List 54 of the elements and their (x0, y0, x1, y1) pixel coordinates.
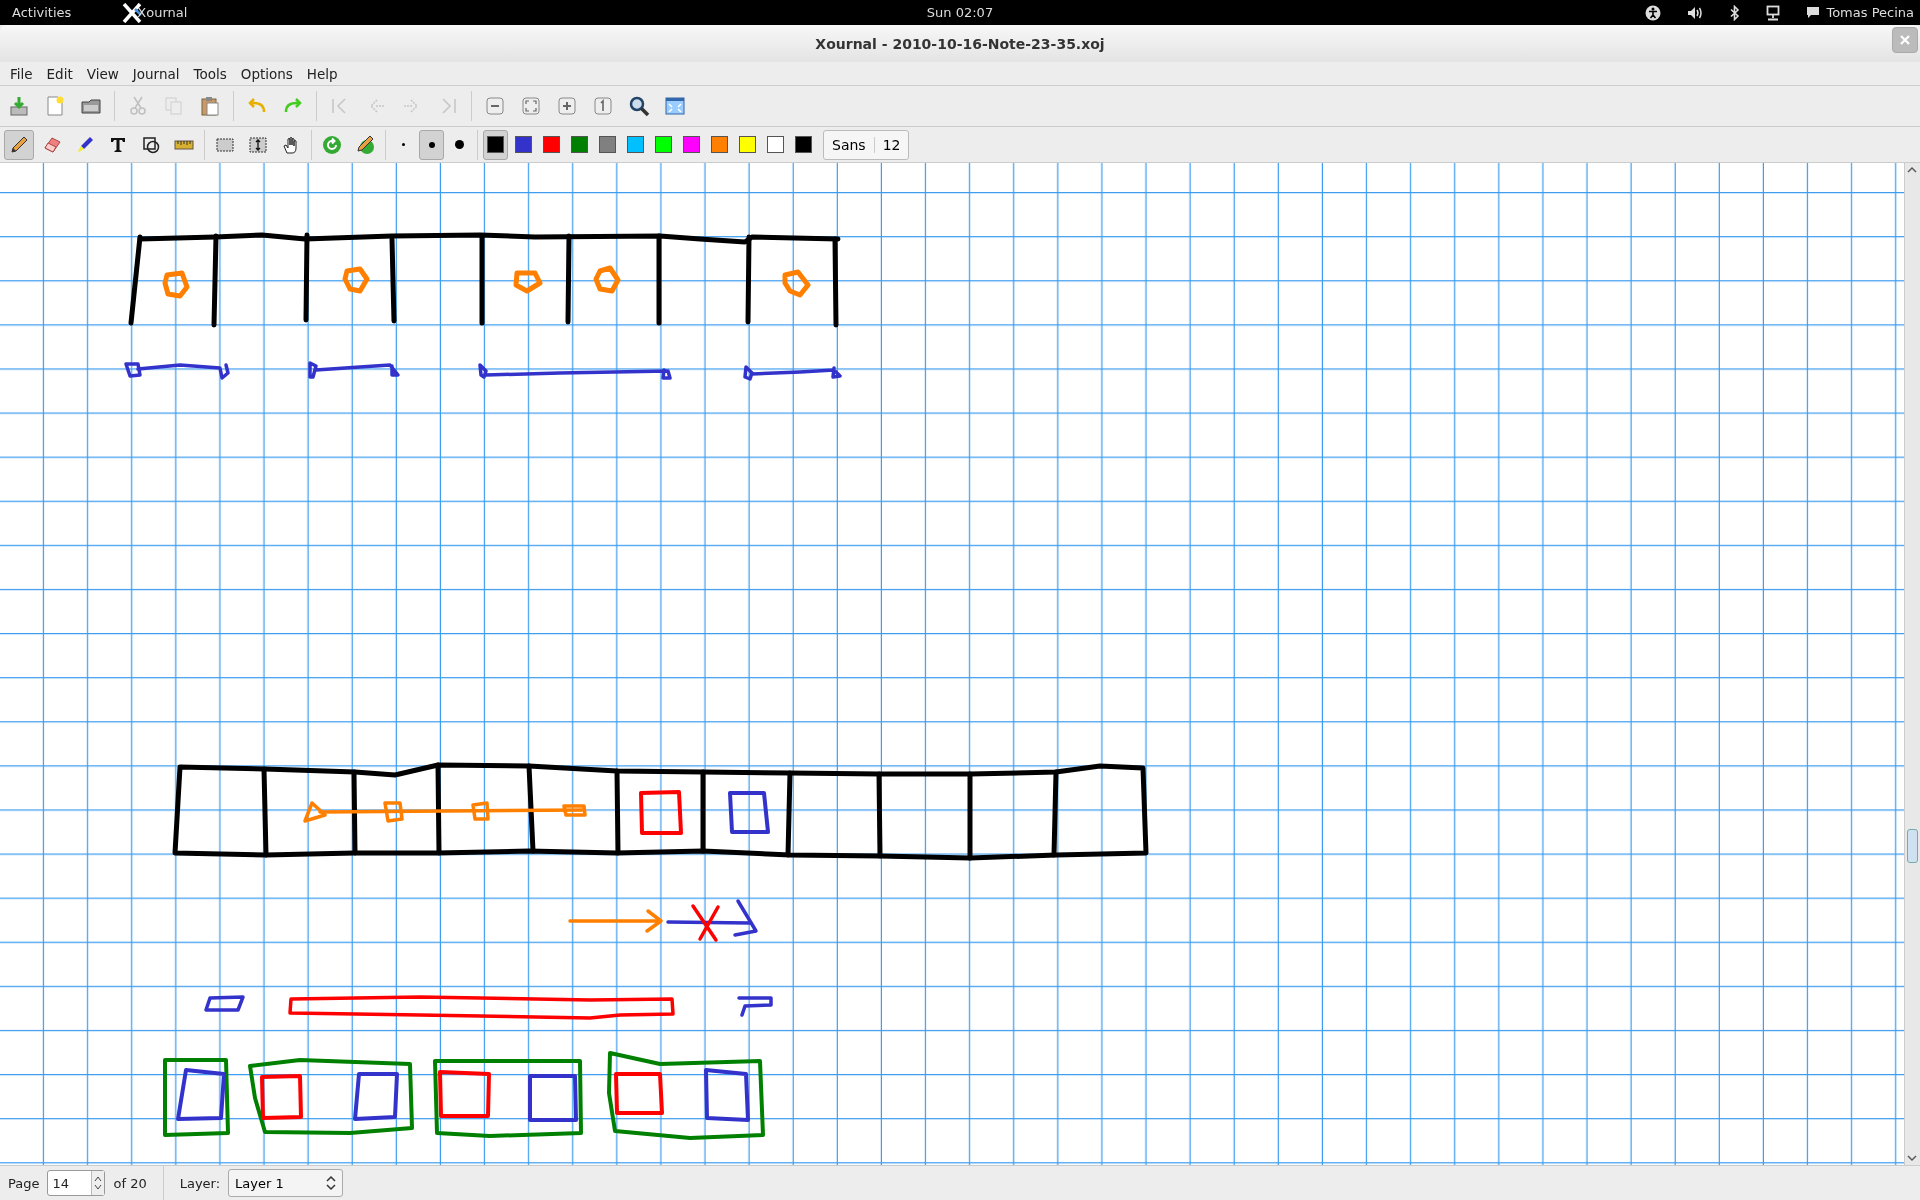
clock[interactable]: Sun 02:07 (914, 5, 1006, 20)
pen-button[interactable] (4, 129, 34, 160)
vertical-scrollbar[interactable] (1904, 163, 1920, 1165)
new-icon (44, 95, 66, 117)
chat-icon[interactable] (1806, 6, 1821, 19)
color-button[interactable] (483, 129, 508, 160)
scrollbar-thumb[interactable] (1907, 829, 1918, 863)
zoom-fit-icon (520, 95, 542, 117)
menu-item[interactable]: Edit (39, 65, 80, 82)
menu-item[interactable]: Help (299, 65, 345, 82)
pen-refresh-icon (355, 134, 375, 155)
page-total: of 20 (113, 1175, 147, 1191)
network-icon[interactable] (1766, 4, 1781, 21)
accessibility-icon[interactable] (1645, 4, 1662, 21)
vertical-space-icon (248, 134, 268, 155)
volume-icon[interactable] (1687, 5, 1705, 20)
layer-label: Layer: (179, 1175, 221, 1191)
zoom-out-icon (484, 95, 506, 117)
thickness-button[interactable] (419, 129, 444, 160)
menu-item[interactable]: Journal (125, 65, 187, 82)
fullscreen-icon (664, 95, 686, 117)
dot-icon (402, 143, 405, 146)
close-icon (1900, 35, 1910, 45)
spin-up-icon[interactable] (94, 1176, 103, 1182)
pen-icon (9, 134, 29, 155)
page-canvas[interactable] (0, 163, 1904, 1165)
menu-item[interactable]: View (79, 65, 126, 82)
highlighter-icon (75, 134, 95, 155)
menu-item[interactable]: Options (233, 65, 300, 82)
scroll-down-icon[interactable] (1907, 1154, 1918, 1162)
save-icon (8, 95, 30, 117)
layer-dropdown[interactable]: Layer 1 (228, 1169, 344, 1197)
app-menu-button[interactable]: Xournal (137, 5, 188, 20)
scroll-up-icon[interactable] (1907, 166, 1918, 174)
user-name[interactable]: Tomas Pecina (1826, 5, 1914, 20)
dot-icon (428, 141, 435, 148)
shape-icon (141, 134, 161, 155)
spin-down-icon[interactable] (94, 1184, 103, 1190)
updown-icon (326, 1175, 337, 1191)
dot-icon (455, 140, 464, 149)
search-icon (628, 95, 650, 117)
zoom-in-icon (556, 95, 578, 117)
page-label: Page (8, 1175, 40, 1191)
bluetooth-icon[interactable] (1730, 4, 1741, 21)
font-button[interactable]: Sans 12 (823, 129, 910, 160)
paste-icon (199, 95, 221, 117)
menu-item[interactable]: File (3, 65, 40, 82)
zoom-normal-icon (592, 95, 614, 117)
cut-icon (127, 95, 149, 117)
refresh-icon (322, 134, 342, 155)
window-title: Xournal - 2010-10-16-Note-23-35.xoj (815, 35, 1105, 52)
activities-button[interactable]: Activities (0, 5, 84, 20)
menu-item[interactable]: Tools (186, 65, 234, 82)
page-spin-field[interactable]: 14 (47, 1170, 106, 1196)
